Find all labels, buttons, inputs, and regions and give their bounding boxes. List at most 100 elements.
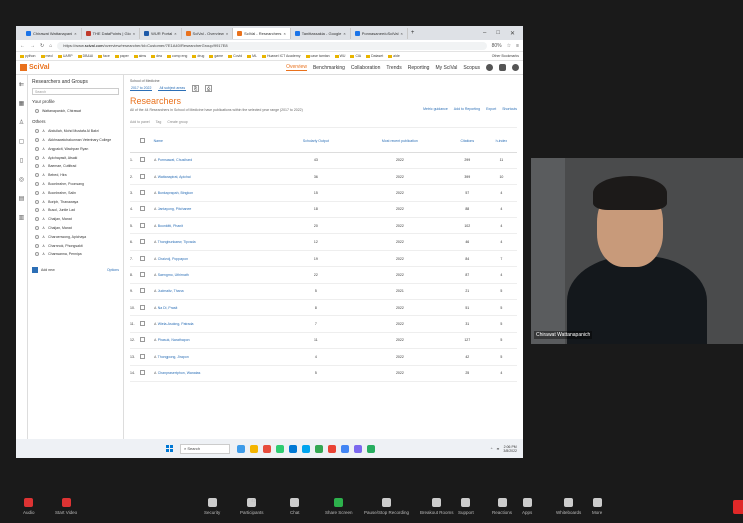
star-icon[interactable]: ☆ — [507, 43, 511, 49]
group-icon[interactable]: ▤ — [19, 195, 25, 202]
table-row[interactable]: 8. ♙ Saengmo, Uthirnath 22 2022 87 4 — [130, 266, 517, 284]
windows-start-icon[interactable] — [166, 445, 173, 452]
row-checkbox[interactable] — [140, 315, 154, 333]
scival-logo[interactable]: SciVal — [20, 64, 50, 71]
row-checkbox[interactable] — [140, 250, 154, 268]
institution-icon[interactable]: ▦ — [19, 100, 25, 107]
h-index-header[interactable]: h-index — [485, 130, 517, 153]
bookmark-item[interactable]: mecl — [40, 54, 53, 58]
researcher-name[interactable]: ♙ Chanprasertphon, Wanatas — [153, 365, 281, 382]
taskbar-app-icon[interactable] — [354, 444, 362, 453]
toolbar-tag[interactable]: Tag — [156, 120, 162, 124]
shortcuts-link[interactable]: Shortcuts — [502, 107, 517, 111]
checkbox[interactable] — [140, 337, 145, 343]
others-item[interactable]: ♙ Chaijan, Manat — [32, 224, 119, 233]
table-row[interactable]: 7. ♙ Chaivoij, Poppapon 19 2022 84 7 — [130, 250, 517, 268]
back-icon[interactable]: ← — [20, 43, 25, 49]
others-item[interactable]: ♙ Abdullah, Mohd Mustafa Al Bakri — [32, 127, 119, 136]
bookmark-item[interactable]: comp eng — [166, 54, 187, 58]
taskbar-app-icon[interactable] — [328, 444, 336, 453]
bookmark-item[interactable]: game — [209, 54, 223, 58]
table-row[interactable]: 4. ♙ Jantayong, Pitchanee 18 2022 88 4 — [130, 201, 517, 219]
browser-tab[interactable]: Tanittassakia - Google × — [291, 27, 351, 39]
table-row[interactable]: 12. ♙ Phasuk, Narathapon 11 2022 127 5 — [130, 332, 517, 350]
security-button[interactable]: Security — [204, 498, 220, 515]
other-bookmarks[interactable]: Other Bookmarks — [492, 54, 519, 58]
taskbar-app-icon[interactable] — [250, 444, 258, 453]
row-checkbox[interactable] — [140, 152, 154, 169]
row-checkbox[interactable] — [140, 348, 154, 366]
radio-button[interactable] — [35, 225, 39, 230]
researcher-name[interactable]: ♙ Jantayong, Pitchanee — [153, 201, 281, 219]
table-row[interactable]: 5. ♙ Boonkitti, Phanit 20 2022 102 4 — [130, 217, 517, 235]
table-row[interactable]: 2. ♙ Wattanapirat, Apichai 36 2022 399 10 — [130, 168, 517, 186]
row-checkbox[interactable] — [140, 299, 154, 317]
browser-tab[interactable]: SciVal - Researchers × — [233, 27, 291, 39]
researcher-name[interactable]: ♙ Phasuk, Narathapon — [153, 332, 281, 350]
radio-button[interactable] — [35, 181, 39, 186]
chat-button[interactable]: Chat — [290, 498, 300, 515]
others-item[interactable]: ♙ Apichayasit, Atsaki — [32, 153, 119, 162]
others-item[interactable]: ♙ Boriph, Thanawaya — [32, 197, 119, 206]
bookmark-item[interactable]: face — [98, 54, 110, 58]
researcher-name[interactable]: ♙ Boonkitti, Phanit — [153, 217, 281, 235]
checkbox[interactable] — [140, 353, 145, 359]
nav-trends[interactable]: Trends — [386, 65, 401, 71]
close-icon[interactable]: ✕ — [510, 30, 515, 37]
taskbar-app-icon[interactable] — [263, 444, 271, 453]
whiteboards-button[interactable]: Whiteboards — [556, 498, 581, 515]
citations-header[interactable]: Citations — [448, 130, 486, 153]
nav-reporting[interactable]: Reporting — [408, 65, 430, 71]
bookmark-item[interactable]: WU — [334, 54, 345, 58]
radio-button[interactable] — [35, 252, 39, 257]
more-button[interactable]: More — [592, 498, 602, 515]
tab-close-icon[interactable]: × — [74, 31, 76, 36]
bookmark-item[interactable]: aide — [388, 54, 400, 58]
browser-tab[interactable]: Chirawat Wattanapani × — [22, 27, 82, 39]
table-row[interactable]: 14. ♙ Chanprasertphon, Wanatas 5 2022 25 4 — [130, 365, 517, 382]
bookmark-item[interactable]: dea — [151, 54, 162, 58]
checkbox[interactable] — [140, 288, 145, 294]
researcher-name[interactable]: ♙ Saengmo, Uthirnath — [153, 266, 281, 284]
maximize-icon[interactable]: □ — [496, 30, 500, 37]
nav-collaboration[interactable]: Collaboration — [351, 65, 380, 71]
checkbox[interactable] — [140, 173, 145, 179]
others-item[interactable]: ♙ Angpaicit, Wachpan Ryan — [32, 144, 119, 153]
tab-close-icon[interactable]: × — [283, 31, 285, 36]
others-item[interactable]: ♙ Boonbrahm, Poonsang — [32, 180, 119, 189]
others-item[interactable]: ♙ Chaijan, Manat — [32, 215, 119, 224]
print-icon[interactable]: ⎙ — [205, 85, 213, 92]
radio-button[interactable] — [35, 234, 39, 239]
chevron-up-icon[interactable]: ^ — [491, 447, 493, 451]
add-new-button[interactable]: Add new — [41, 268, 55, 272]
tab-close-icon[interactable]: × — [401, 31, 403, 36]
others-item[interactable]: ♙ Charoenwong, Apichaya — [32, 232, 119, 241]
wifi-icon[interactable]: ≋ — [496, 447, 499, 451]
bookmark-item[interactable]: Huawei ICT Academy — [261, 54, 301, 58]
researcher-name[interactable]: ♙ Thongbunkaew, Tipvada — [153, 233, 281, 251]
apps-button[interactable]: Apps — [522, 498, 532, 515]
table-row[interactable]: 1. ♙ Pornsawat, Chusihard 43 2022 299 11 — [130, 152, 517, 169]
nav-scopus[interactable]: Scopus — [463, 65, 480, 71]
export-link[interactable]: Export — [486, 107, 496, 111]
radio-button[interactable] — [35, 164, 39, 169]
tab-close-icon[interactable]: × — [343, 31, 345, 36]
notifications-icon[interactable] — [486, 64, 493, 71]
radio-button[interactable] — [35, 217, 39, 222]
taskbar-app-icon[interactable] — [341, 444, 349, 453]
taskbar-app-icon[interactable] — [302, 444, 310, 453]
bookmark-item[interactable]: aims — [133, 54, 146, 58]
reload-icon[interactable]: ↻ — [40, 43, 44, 49]
recent-publication-header[interactable]: Most recent publication — [351, 130, 449, 153]
others-item[interactable]: ♙ Baemae, Cuttitrad — [32, 162, 119, 171]
breakout-rooms-button[interactable]: Breakout Rooms — [420, 498, 454, 515]
reactions-button[interactable]: Reactions — [492, 498, 512, 515]
home-icon[interactable]: ⌂ — [49, 43, 52, 49]
row-checkbox[interactable] — [140, 332, 154, 350]
participants-button[interactable]: 42 Participants — [240, 498, 264, 515]
building-icon[interactable]: ▥ — [19, 214, 25, 221]
participant-video[interactable]: Chirawat Wattanapanich — [531, 158, 743, 344]
table-row[interactable]: 6. ♙ Thongbunkaew, Tipvada 12 2022 46 4 — [130, 233, 517, 251]
radio-button[interactable] — [35, 155, 39, 160]
select-all-header[interactable] — [140, 130, 154, 153]
